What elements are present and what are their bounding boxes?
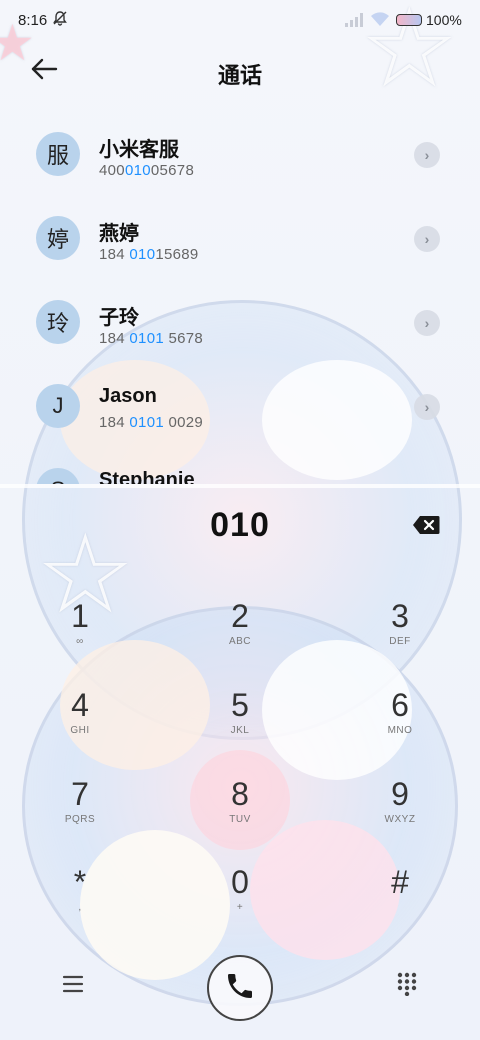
contact-name: 子玲 (99, 307, 139, 329)
contact-detail-button[interactable]: › (414, 310, 440, 336)
voicemail-icon: ∞ (76, 636, 84, 647)
matched-digits: 0101 (129, 330, 164, 347)
status-bar: 8:16 100% (0, 0, 480, 40)
key-1[interactable]: 1 ∞ (30, 596, 130, 678)
bell-off-icon (52, 10, 68, 30)
battery-icon (396, 14, 422, 26)
page-title: 通话 (217, 63, 262, 88)
chevron-right-icon: › (424, 399, 430, 415)
avatar: 服 (36, 132, 80, 176)
key-star[interactable]: *, (30, 862, 130, 944)
contact-number: 184 01015689 (99, 246, 199, 263)
call-button[interactable] (207, 955, 273, 1021)
avatar: 婷 (36, 216, 80, 260)
chevron-right-icon: › (424, 315, 430, 331)
key-6[interactable]: 6 MNO (350, 685, 450, 767)
contact-detail-button[interactable]: › (414, 142, 440, 168)
chevron-right-icon: › (424, 231, 430, 247)
dial-number-input[interactable]: 010 (0, 506, 480, 545)
contact-suggestion-list: 服 小米客服 40001005678 › 婷 燕婷 184 01015689 ›… (0, 112, 480, 484)
key-7[interactable]: 7 PQRS (30, 774, 130, 856)
contact-item[interactable]: S Stephanie (0, 448, 480, 484)
battery-level: 100% (426, 12, 462, 28)
dialer-divider (0, 484, 480, 488)
matched-digits: 010 (124, 162, 151, 179)
key-2[interactable]: 2 ABC (190, 596, 290, 678)
contact-name: Stephanie (99, 469, 195, 484)
key-5[interactable]: 5 JKL (190, 685, 290, 767)
matched-digits: 010 (129, 246, 156, 263)
keypad-icon[interactable] (397, 972, 417, 997)
status-time: 8:16 (18, 12, 48, 29)
contact-name: Jason (99, 385, 157, 407)
key-hash[interactable]: # (350, 862, 450, 944)
avatar: 玲 (36, 300, 80, 344)
contact-detail-button[interactable]: › (414, 226, 440, 252)
key-8[interactable]: 8 TUV (190, 774, 290, 856)
contact-detail-button[interactable]: › (414, 394, 440, 420)
contact-item[interactable]: 服 小米客服 40001005678 › (0, 112, 480, 196)
contact-item[interactable]: 玲 子玲 184 0101 5678 › (0, 280, 480, 364)
phone-icon (224, 970, 256, 1007)
wifi-icon (370, 11, 390, 32)
contact-item[interactable]: 婷 燕婷 184 01015689 › (0, 196, 480, 280)
chevron-right-icon: › (424, 147, 430, 163)
contact-number: 184 0101 0029 (99, 414, 204, 431)
key-9[interactable]: 9 WXYZ (350, 774, 450, 856)
contact-number: 40001005678 (99, 162, 195, 179)
contact-number: 184 0101 5678 (99, 330, 204, 347)
contact-name: 小米客服 (99, 139, 179, 161)
key-4[interactable]: 4 GHI (30, 685, 130, 767)
avatar: J (36, 384, 80, 428)
menu-icon[interactable] (62, 974, 86, 994)
key-3[interactable]: 3 DEF (350, 596, 450, 678)
contact-item[interactable]: J Jason 184 0101 0029 › (0, 364, 480, 448)
avatar: S (36, 468, 80, 484)
backspace-icon[interactable] (412, 515, 440, 535)
matched-digits: 0101 (129, 414, 164, 431)
contact-name: 燕婷 (99, 223, 139, 245)
signal-icon (345, 13, 365, 32)
key-0[interactable]: 0 + (190, 862, 290, 944)
